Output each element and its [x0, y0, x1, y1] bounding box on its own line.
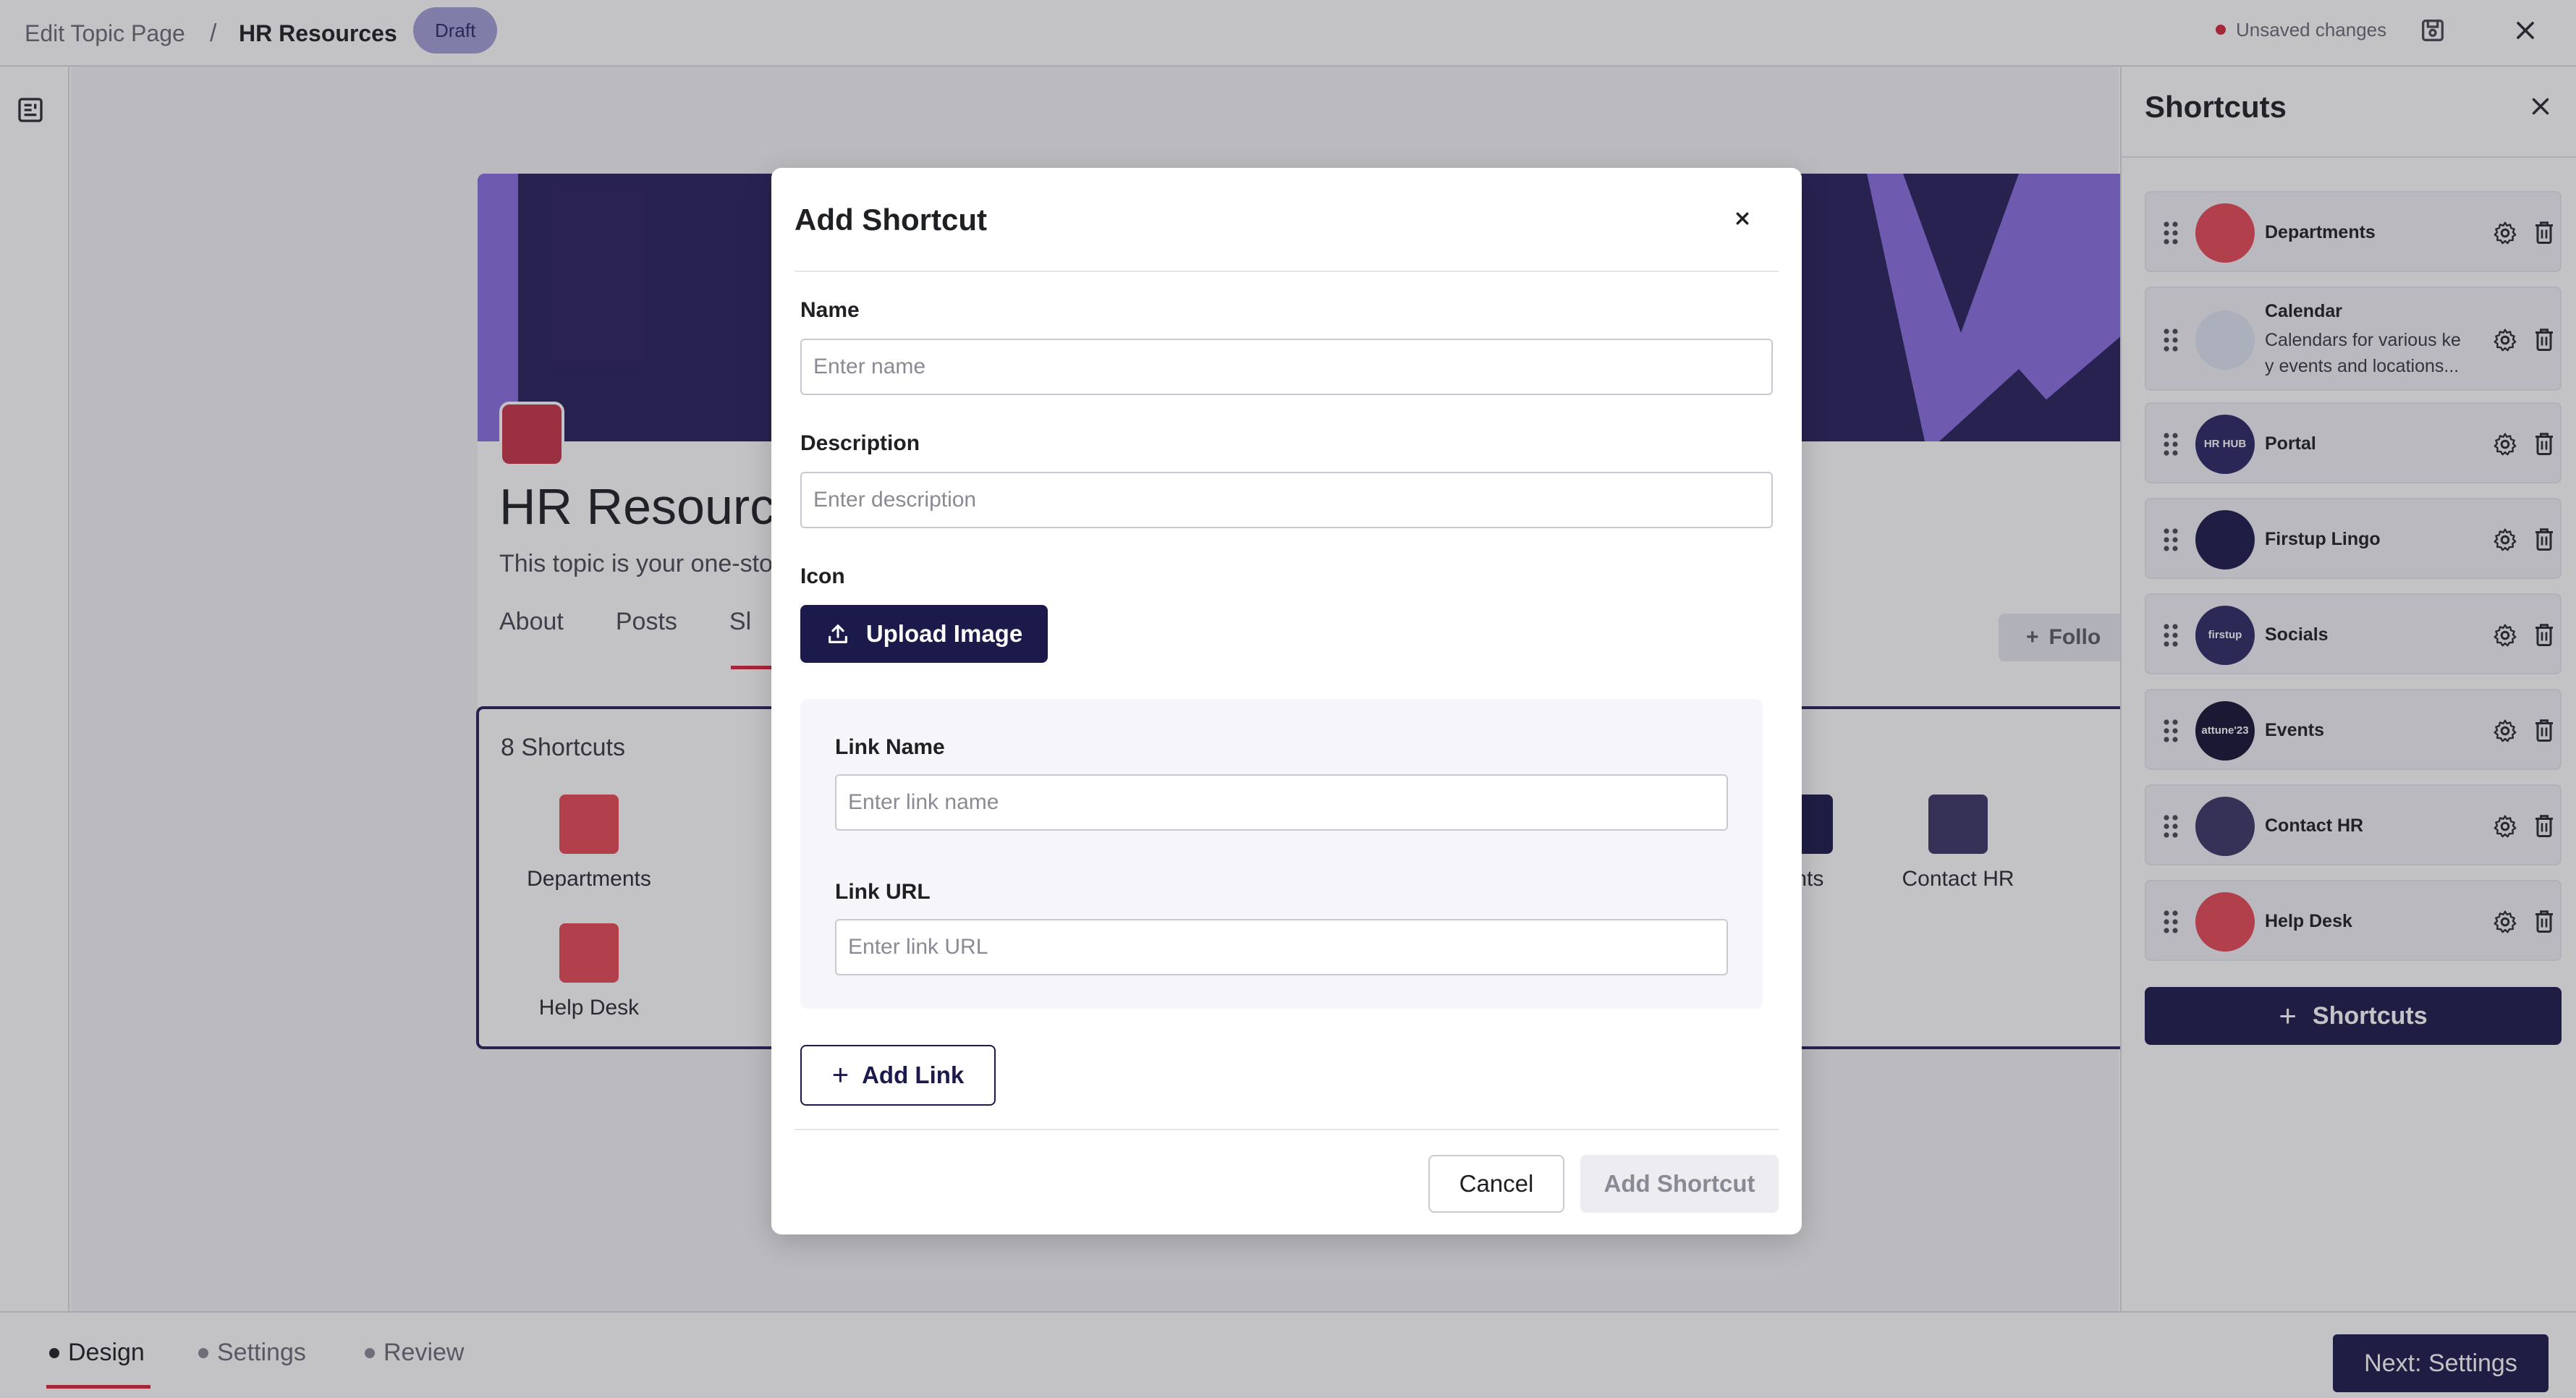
link-name-label: Link Name: [835, 735, 945, 759]
link-group: Link Name Link URL: [800, 699, 1763, 1009]
icon-label: Icon: [800, 564, 845, 588]
plus-icon: +: [831, 1059, 850, 1091]
add-link-label: Add Link: [862, 1062, 965, 1088]
name-label: Name: [800, 298, 860, 322]
add-shortcut-button[interactable]: Add Shortcut: [1580, 1155, 1779, 1213]
add-shortcut-dialog: Add Shortcut Name Description Icon Uploa…: [771, 168, 1802, 1234]
close-icon[interactable]: [1731, 207, 1754, 230]
dialog-divider: [795, 271, 1779, 272]
link-name-input[interactable]: [835, 774, 1728, 831]
upload-icon: [828, 624, 847, 643]
name-input[interactable]: [800, 339, 1773, 395]
description-label: Description: [800, 431, 920, 455]
upload-label: Upload Image: [865, 620, 1023, 647]
link-url-label: Link URL: [835, 880, 931, 904]
dialog-title: Add Shortcut: [795, 203, 987, 237]
link-url-input[interactable]: [835, 919, 1728, 975]
description-input[interactable]: [800, 472, 1773, 528]
upload-image-button[interactable]: Upload Image: [800, 605, 1048, 663]
add-link-button[interactable]: + Add Link: [800, 1045, 996, 1106]
cancel-button[interactable]: Cancel: [1428, 1155, 1564, 1213]
dialog-footer-divider: [795, 1129, 1779, 1130]
